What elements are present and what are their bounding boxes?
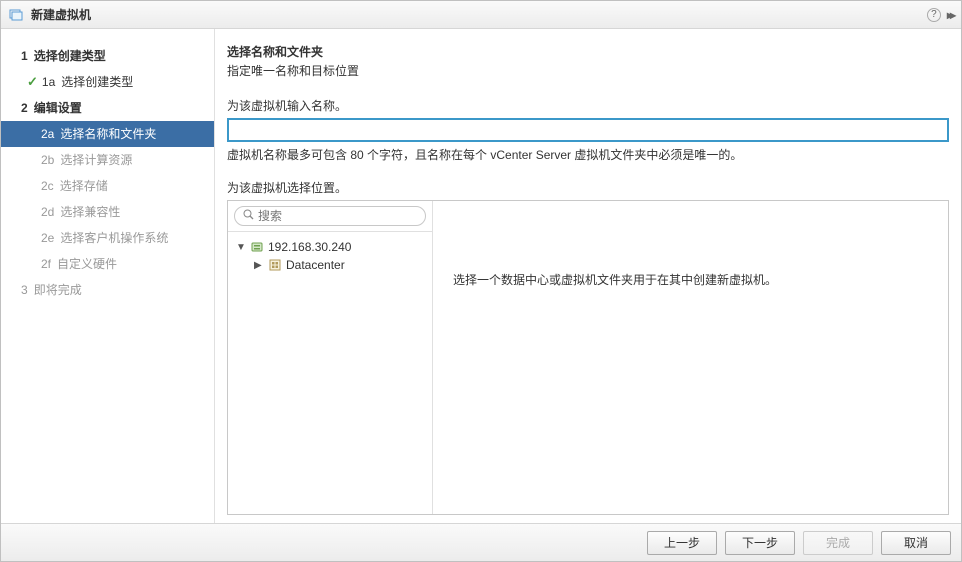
dialog-footer: 上一步 下一步 完成 取消 [1,523,961,561]
next-button[interactable]: 下一步 [725,531,795,555]
content-panel: 选择名称和文件夹 指定唯一名称和目标位置 为该虚拟机输入名称。 虚拟机名称最多可… [215,29,961,523]
help-icon[interactable]: ? [927,8,941,22]
step-2d: 2d 选择兼容性 [1,199,214,225]
collapse-icon[interactable]: ▼ [236,242,246,253]
datacenter-icon [268,258,282,272]
check-icon: ✓ [27,73,38,91]
back-button[interactable]: 上一步 [647,531,717,555]
wizard-sidebar: 1 选择创建类型 ✓ 1a 选择创建类型 2 编辑设置 2a 选择名称和文件夹 … [1,29,215,523]
step-2b: 2b 选择计算资源 [1,147,214,173]
step-2c: 2c 选择存储 [1,173,214,199]
location-label: 为该虚拟机选择位置。 [227,179,949,196]
new-vm-dialog: 新建虚拟机 ? ▸▸ 1 选择创建类型 ✓ 1a 选择创建类型 2 编辑设置 2… [0,0,962,562]
vm-name-input[interactable] [227,118,949,142]
tree-node-label: Datacenter [286,258,345,272]
content-heading: 选择名称和文件夹 [227,43,949,60]
finish-button: 完成 [803,531,873,555]
content-subheading: 指定唯一名称和目标位置 [227,62,949,79]
name-label: 为该虚拟机输入名称。 [227,97,949,114]
step-2: 2 编辑设置 [1,95,214,121]
step-3: 3 即将完成 [1,277,214,303]
name-hint: 虚拟机名称最多可包含 80 个字符，且名称在每个 vCenter Server … [227,146,949,163]
tree-container: ▼ 192.168.30.240 ▶ Datacenter [228,201,433,514]
vm-icon [9,8,23,22]
expand-icon[interactable]: ▶ [254,260,264,271]
search-icon [243,209,254,223]
titlebar: 新建虚拟机 ? ▸▸ [1,1,961,29]
dialog-title: 新建虚拟机 [31,6,91,23]
search-input[interactable] [258,209,417,223]
search-box[interactable] [234,206,426,226]
step-1a[interactable]: ✓ 1a 选择创建类型 [1,69,214,95]
location-hint-panel: 选择一个数据中心或虚拟机文件夹用于在其中创建新虚拟机。 [433,201,948,514]
tree-node-datacenter[interactable]: ▶ Datacenter [232,256,428,274]
cancel-button[interactable]: 取消 [881,531,951,555]
expand-icon[interactable]: ▸▸ [947,8,953,22]
step-2f: 2f 自定义硬件 [1,251,214,277]
tree-node-label: 192.168.30.240 [268,240,351,254]
step-1: 1 选择创建类型 [1,43,214,69]
tree-node-host[interactable]: ▼ 192.168.30.240 [232,238,428,256]
step-2e: 2e 选择客户机操作系统 [1,225,214,251]
location-hint: 选择一个数据中心或虚拟机文件夹用于在其中创建新虚拟机。 [453,271,777,288]
location-panel: ▼ 192.168.30.240 ▶ Datacenter [227,200,949,515]
vcenter-icon [250,240,264,254]
step-2a[interactable]: 2a 选择名称和文件夹 [1,121,214,147]
